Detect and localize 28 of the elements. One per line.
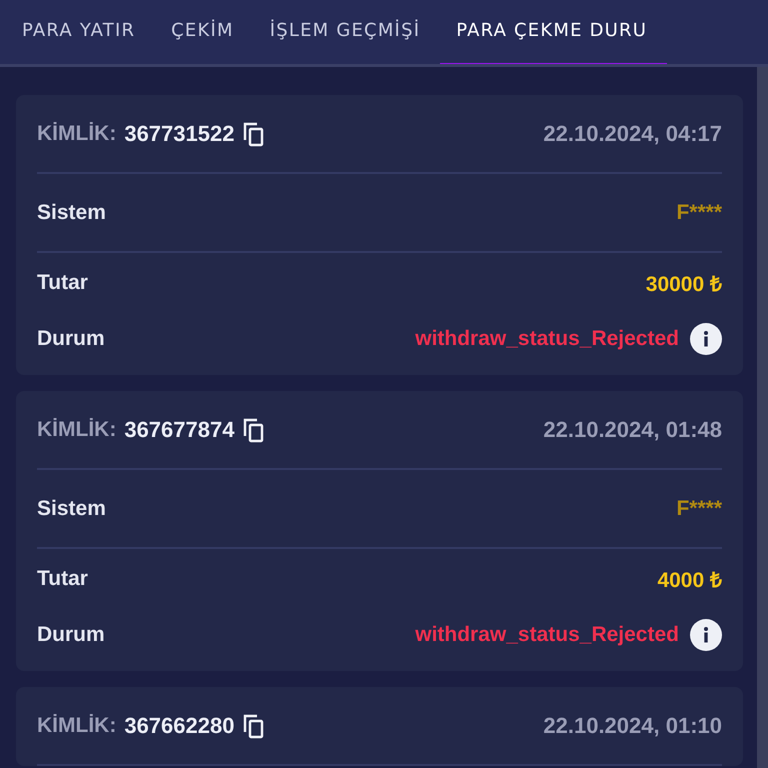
field-label: Durum <box>37 327 105 351</box>
tab[interactable]: PARA ÇEKME DURU <box>440 0 668 64</box>
field-label: Sistem <box>37 496 106 520</box>
amount-text: 4000 ₺ <box>657 568 722 593</box>
id-label: KİMLİK: <box>37 122 116 146</box>
id-number: 367731522 <box>124 120 234 146</box>
field-label: Sistem <box>37 200 106 224</box>
status-text: withdraw_status_Rejected <box>415 327 679 351</box>
info-icon[interactable] <box>690 619 722 651</box>
tab[interactable]: ÇEKİM <box>155 0 254 64</box>
id-label: KİMLİK: <box>37 418 116 442</box>
info-icon[interactable] <box>690 323 722 355</box>
id-number: 367677874 <box>124 416 234 442</box>
id-label: KİMLİK: <box>37 714 116 738</box>
field-label: Tutar <box>37 271 88 295</box>
tab[interactable]: PARA YATIR <box>6 0 156 64</box>
system-text: F**** <box>676 200 722 224</box>
id-number: 367662280 <box>124 712 234 738</box>
status-text: withdraw_status_Rejected <box>415 623 679 647</box>
system-text: F**** <box>676 496 722 520</box>
date-text: 22.10.2024, 01:48 <box>543 416 722 442</box>
date-text: 22.10.2024, 01:10 <box>543 712 722 738</box>
field-label: Durum <box>37 623 105 647</box>
date-text: 22.10.2024, 04:17 <box>543 120 722 146</box>
amount-text: 30000 ₺ <box>646 272 722 297</box>
scrollbar[interactable] <box>757 67 768 768</box>
field-label: Tutar <box>37 567 88 591</box>
tab[interactable]: İŞLEM GEÇMİŞİ <box>254 0 440 64</box>
